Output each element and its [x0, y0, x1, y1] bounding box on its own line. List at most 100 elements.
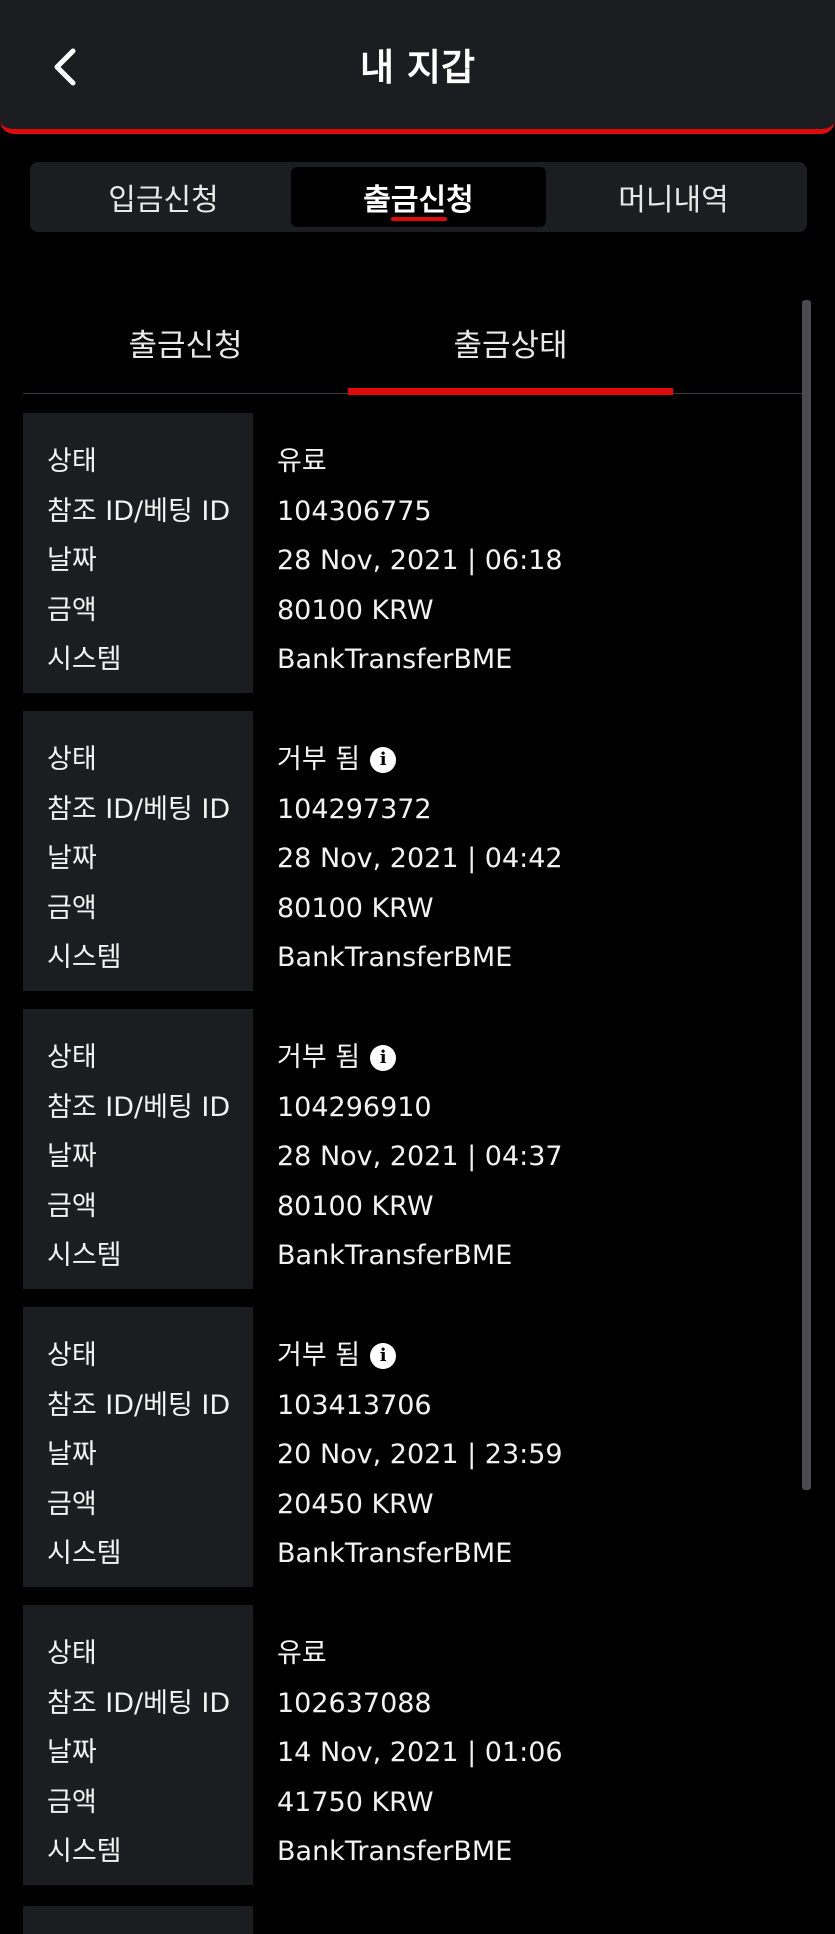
record-labels: 상태참조 ID/베팅 ID 날짜금액시스템: [23, 1009, 253, 1289]
label-amount: 금액: [47, 1488, 97, 1520]
list-item: 상태참조 ID/베팅 ID 날짜금액시스템 거부 됨 i 103413706 20 Nov…: [23, 1307, 798, 1587]
subtab-withdrawal-status[interactable]: 출금상태: [348, 290, 673, 395]
value-system: BankTransferBME: [277, 933, 563, 983]
tab-withdrawal-request[interactable]: 출금신청: [291, 167, 546, 227]
value-ref-id: 104297372: [277, 785, 563, 835]
label-ref-id: 참조 ID/베팅 ID: [47, 1389, 231, 1421]
value-ref-id-text: 104296910: [277, 1091, 432, 1123]
list-item: 상태 참조 ID/베팅 ID 날짜 금액 시스템 거부 됨 i 104297372 28 Nov…: [23, 711, 798, 991]
label-status: 상태: [47, 446, 97, 477]
label-system: 시스템: [47, 942, 122, 974]
label-ref-id: 참조 ID/베팅 ID: [47, 793, 231, 825]
label-status: 상태: [47, 1042, 97, 1073]
value-date-text: 28 Nov, 2021 | 06:18: [277, 545, 563, 577]
value-date-text: 28 Nov, 2021 | 04:37: [277, 1141, 563, 1173]
value-amount: 20450 KRW: [277, 1480, 563, 1530]
value-date: 28 Nov, 2021 | 04:37: [277, 1132, 563, 1182]
list-item: 상태참조 ID/베팅 ID 날짜금액시스템 유료 102637088 14 Nov, 2…: [23, 1605, 798, 1885]
wallet-tabs: 입금신청 출금신청 머니내역: [30, 162, 807, 232]
value-date-text: 28 Nov, 2021 | 04:42: [277, 843, 563, 875]
value-system: BankTransferBME: [277, 1529, 563, 1579]
value-status: 유료: [277, 437, 563, 487]
value-system-text: BankTransferBME: [277, 1836, 513, 1868]
value-amount-text: 41750 KRW: [277, 1786, 434, 1818]
list-item: 상태참조 ID/베팅 ID 날짜금액시스템 거부 됨 i 104296910 28 Nov…: [23, 1009, 798, 1289]
value-amount: 80100 KRW: [277, 586, 563, 636]
label-status: 상태: [47, 1638, 97, 1669]
value-ref-id: 103413706: [277, 1381, 563, 1431]
label-system: 시스템: [47, 1538, 122, 1570]
app-header: 내 지갑: [0, 0, 835, 134]
value-system-text: BankTransferBME: [277, 1240, 513, 1272]
value-date-text: 14 Nov, 2021 | 01:06: [277, 1737, 563, 1769]
record-labels: 상태참조 ID/베팅 ID 날짜금액시스템: [23, 1307, 253, 1587]
label-amount: 금액: [47, 1190, 97, 1222]
record-values: 거부 됨 i 103413706 20 Nov, 2021 | 23:59 20450 …: [277, 1307, 563, 1579]
label-amount: 금액: [47, 594, 97, 626]
value-system: BankTransferBME: [277, 1231, 563, 1281]
value-system: BankTransferBME: [277, 1827, 563, 1877]
record-values: 거부 됨 i 104296910 28 Nov, 2021 | 04:37 80100 …: [277, 1009, 563, 1281]
tab-money-history[interactable]: 머니내역: [546, 167, 801, 227]
label-status: 상태: [47, 744, 97, 775]
value-status-text: 유료: [277, 1638, 327, 1669]
label-system: 시스템: [47, 1240, 122, 1272]
record-values: 거부 됨 i 104297372 28 Nov, 2021 | 04:42 80100 …: [277, 711, 563, 983]
value-date: 14 Nov, 2021 | 01:06: [277, 1728, 563, 1778]
info-icon[interactable]: i: [370, 1044, 397, 1071]
label-date: 날짜: [47, 1141, 97, 1173]
value-date: 28 Nov, 2021 | 06:18: [277, 536, 563, 586]
label-status: 상태: [47, 1340, 97, 1371]
value-system-text: BankTransferBME: [277, 644, 513, 676]
record-values: 유료 104306775 28 Nov, 2021 | 06:18 80100 KRW…: [277, 413, 563, 685]
label-system: 시스템: [47, 644, 122, 676]
value-amount: 80100 KRW: [277, 884, 563, 934]
withdrawal-records-list: 상태 참조 ID/베팅 ID 날짜 금액 시스템 유료 104306775 28 Nov, 2…: [23, 413, 798, 1903]
subtab-withdrawal-request[interactable]: 출금신청: [23, 290, 348, 394]
label-date: 날짜: [47, 1737, 97, 1769]
value-ref-id-text: 104297372: [277, 793, 432, 825]
value-amount-text: 80100 KRW: [277, 892, 434, 924]
value-date: 20 Nov, 2021 | 23:59: [277, 1430, 563, 1480]
label-ref-id: 참조 ID/베팅 ID: [47, 1687, 231, 1719]
value-status: 유료: [277, 1629, 563, 1679]
value-ref-id: 104306775: [277, 487, 563, 537]
value-status: 거부 됨 i: [277, 1033, 563, 1083]
record-labels: 상태 참조 ID/베팅 ID 날짜 금액 시스템: [23, 711, 253, 991]
info-icon[interactable]: i: [370, 1342, 397, 1369]
value-status-text: 거부 됨: [277, 1340, 361, 1371]
value-ref-id: 102637088: [277, 1679, 563, 1729]
value-amount-text: 20450 KRW: [277, 1488, 434, 1520]
value-status: 거부 됨 i: [277, 735, 563, 785]
value-amount: 80100 KRW: [277, 1182, 563, 1232]
value-amount-text: 80100 KRW: [277, 1190, 434, 1222]
value-status: 거부 됨 i: [277, 1331, 563, 1381]
value-status-text: 유료: [277, 446, 327, 477]
withdrawal-sub-tabs: 출금신청 출금상태: [23, 290, 811, 395]
label-date: 날짜: [47, 545, 97, 577]
record-values: 유료 102637088 14 Nov, 2021 | 01:06 41750 KRW…: [277, 1605, 563, 1877]
value-ref-id-text: 104306775: [277, 495, 432, 527]
value-ref-id-text: 103413706: [277, 1389, 432, 1421]
scrollbar[interactable]: [802, 300, 811, 1490]
record-labels: 상태 참조 ID/베팅 ID 날짜 금액 시스템: [23, 413, 253, 693]
list-item-partial: [23, 1906, 253, 1934]
page-title: 내 지갑: [359, 46, 475, 89]
value-system-text: BankTransferBME: [277, 1538, 513, 1570]
value-status-text: 거부 됨: [277, 1042, 361, 1073]
value-ref-id: 104296910: [277, 1083, 563, 1133]
tab-deposit-request[interactable]: 입금신청: [36, 167, 291, 227]
record-labels: 상태참조 ID/베팅 ID 날짜금액시스템: [23, 1605, 253, 1885]
value-system-text: BankTransferBME: [277, 942, 513, 974]
value-amount-text: 80100 KRW: [277, 594, 434, 626]
label-ref-id: 참조 ID/베팅 ID: [47, 1091, 231, 1123]
info-icon[interactable]: i: [370, 746, 397, 773]
value-system: BankTransferBME: [277, 635, 563, 685]
list-item: 상태 참조 ID/베팅 ID 날짜 금액 시스템 유료 104306775 28 Nov, 2…: [23, 413, 798, 693]
label-system: 시스템: [47, 1836, 122, 1868]
value-amount: 41750 KRW: [277, 1778, 563, 1828]
label-date: 날짜: [47, 1439, 97, 1471]
label-amount: 금액: [47, 1786, 97, 1818]
value-date: 28 Nov, 2021 | 04:42: [277, 834, 563, 884]
value-ref-id-text: 102637088: [277, 1687, 432, 1719]
